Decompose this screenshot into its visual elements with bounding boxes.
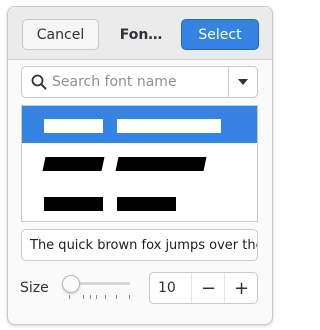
font-list-item[interactable] — [22, 146, 257, 183]
search-input[interactable] — [52, 67, 222, 97]
font-list-item[interactable] — [22, 106, 257, 143]
font-name-glyphs — [44, 119, 103, 133]
slider-tick — [105, 295, 106, 299]
size-slider[interactable] — [60, 274, 132, 302]
font-list-item[interactable] — [22, 186, 257, 221]
search-icon — [31, 74, 47, 90]
filter-dropdown-button[interactable] — [229, 67, 257, 97]
slider-tick — [96, 295, 97, 299]
dialog-title: Fon… — [119, 26, 163, 43]
font-name-glyphs — [42, 157, 105, 171]
font-preview-glyphs — [117, 119, 221, 133]
font-preview-glyphs — [117, 197, 176, 211]
slider-tick — [83, 295, 84, 299]
select-button[interactable]: Select — [181, 19, 259, 50]
font-name-glyphs — [44, 197, 103, 211]
font-chooser-dialog: Cancel Fon… Select Si — [7, 6, 273, 325]
slider-handle[interactable] — [62, 275, 80, 293]
font-preview-glyphs — [115, 157, 207, 171]
slider-tick — [69, 295, 70, 299]
cancel-button[interactable]: Cancel — [22, 19, 99, 50]
size-spinbutton: − + — [149, 272, 258, 304]
header-bar: Cancel Fon… Select — [8, 7, 272, 60]
preview-text-field — [21, 229, 258, 261]
increase-size-button[interactable]: + — [225, 273, 258, 303]
size-label: Size — [20, 280, 49, 296]
slider-tick — [90, 295, 91, 299]
slider-tick — [116, 295, 117, 299]
preview-text-input[interactable] — [30, 230, 257, 260]
decrease-size-button[interactable]: − — [192, 273, 225, 303]
slider-tick — [129, 295, 130, 299]
chevron-down-icon — [238, 79, 248, 85]
search-bar — [21, 66, 258, 98]
size-value-input[interactable] — [158, 273, 194, 303]
font-list[interactable] — [21, 105, 258, 222]
